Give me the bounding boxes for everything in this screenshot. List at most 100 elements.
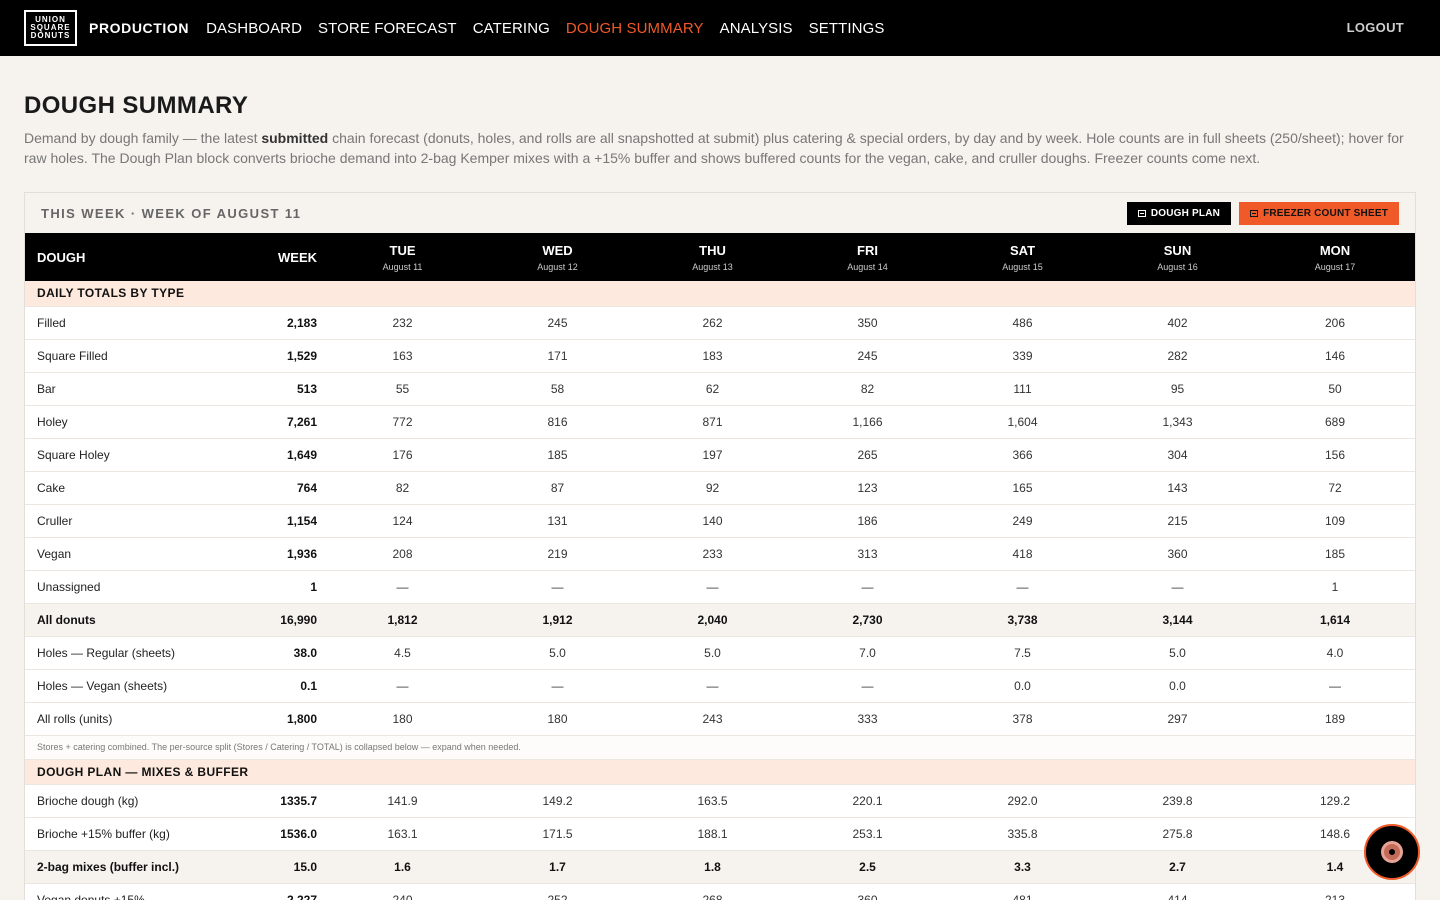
day-name: SUN bbox=[1163, 242, 1192, 258]
row-week-total: 15.0 bbox=[235, 850, 325, 884]
row-name: Filled bbox=[25, 306, 235, 340]
row-day-value: — bbox=[325, 669, 480, 703]
table-note: Stores + catering combined. The per-sour… bbox=[25, 735, 1415, 760]
day-date: August 17 bbox=[1314, 261, 1356, 272]
row-day-value: 171 bbox=[480, 339, 635, 373]
table-row: Square Holey 1,649 176 185 197 265 366 304 156 bbox=[25, 438, 1415, 472]
freezer-count-sheet-button[interactable]: FREEZER COUNT SHEET bbox=[1239, 201, 1399, 225]
page-title: DOUGH SUMMARY bbox=[24, 92, 249, 119]
nav-analysis[interactable]: ANALYSIS bbox=[720, 20, 793, 37]
desc-bold: submitted bbox=[261, 130, 329, 146]
row-day-value: 378 bbox=[945, 702, 1100, 736]
row-day-value: — bbox=[945, 570, 1100, 604]
nav-dashboard[interactable]: DASHBOARD bbox=[206, 20, 302, 37]
row-day-value: 213 bbox=[1255, 883, 1415, 900]
desc-before: Demand by dough family — the latest bbox=[24, 130, 262, 146]
row-day-value: 239.8 bbox=[1100, 784, 1255, 818]
row-day-value: 188.1 bbox=[635, 817, 790, 851]
row-day-value: 3,738 bbox=[945, 603, 1100, 637]
row-day-value: 124 bbox=[325, 504, 480, 538]
row-day-value: 176 bbox=[325, 438, 480, 472]
row-day-value: 5.0 bbox=[480, 636, 635, 670]
row-day-value: 1.8 bbox=[635, 850, 790, 884]
row-day-value: 292.0 bbox=[945, 784, 1100, 818]
col-header-day: TUE August 11 bbox=[325, 233, 480, 281]
row-day-value: 185 bbox=[480, 438, 635, 472]
dough-plan-button[interactable]: DOUGH PLAN bbox=[1126, 201, 1232, 225]
note-row: Stores + catering combined. The per-sour… bbox=[25, 735, 1415, 760]
donut-icon bbox=[1381, 841, 1403, 863]
row-day-value: 402 bbox=[1100, 306, 1255, 340]
row-day-value: 129.2 bbox=[1255, 784, 1415, 818]
nav-settings[interactable]: SETTINGS bbox=[809, 20, 885, 37]
table-row: Holes — Vegan (sheets) 0.1— — — —0.0 0.0— bbox=[25, 669, 1415, 703]
nav-store-forecast[interactable]: STORE FORECAST bbox=[318, 20, 457, 37]
row-day-value: 275.8 bbox=[1100, 817, 1255, 851]
row-day-value: 1,912 bbox=[480, 603, 635, 637]
row-name: 2-bag mixes (buffer incl.) bbox=[25, 850, 235, 884]
row-day-value: 189 bbox=[1255, 702, 1415, 736]
row-week-total: 7,261 bbox=[235, 405, 325, 439]
day-name: FRI bbox=[857, 242, 878, 258]
table-row: Vegan 1,936 208 219 233 313 418 360 185 bbox=[25, 537, 1415, 571]
row-day-value: 82 bbox=[325, 471, 480, 505]
nav-catering[interactable]: CATERING bbox=[473, 20, 550, 37]
section-label: DOUGH PLAN — MIXES & BUFFER bbox=[25, 759, 1415, 785]
row-name: Square Filled bbox=[25, 339, 235, 373]
row-day-value: 253.1 bbox=[790, 817, 945, 851]
brand-label: PRODUCTION bbox=[89, 20, 190, 36]
row-day-value: 1,812 bbox=[325, 603, 480, 637]
logout-link[interactable]: LOGOUT bbox=[1347, 20, 1404, 35]
row-day-value: 163 bbox=[325, 339, 480, 373]
row-day-value: 486 bbox=[945, 306, 1100, 340]
row-week-total: 1,936 bbox=[235, 537, 325, 571]
row-day-value: 0.0 bbox=[945, 669, 1100, 703]
row-day-value: 5.0 bbox=[635, 636, 790, 670]
row-name: Vegan bbox=[25, 537, 235, 571]
row-day-value: 262 bbox=[635, 306, 790, 340]
row-name: Vegan donuts +15% bbox=[25, 883, 235, 900]
row-day-value: 206 bbox=[1255, 306, 1415, 340]
row-day-value: 481 bbox=[945, 883, 1100, 900]
day-date: August 13 bbox=[692, 261, 733, 272]
row-week-total: 1 bbox=[235, 570, 325, 604]
row-day-value: 3,144 bbox=[1100, 603, 1255, 637]
top-nav: UNION SQUARE DONUTS PRODUCTION DASHBOARD… bbox=[0, 0, 1440, 56]
row-day-value: 109 bbox=[1255, 504, 1415, 538]
row-day-value: 282 bbox=[1100, 339, 1255, 373]
row-day-value: 123 bbox=[790, 471, 945, 505]
table-header-row: DOUGH WEEK TUE August 11 WED August 12 THU… bbox=[25, 233, 1415, 281]
row-day-value: 816 bbox=[480, 405, 635, 439]
table-row: Holes — Regular (sheets) 38.0 4.5 5.0 5.0 7.0… bbox=[25, 636, 1415, 670]
table-row: Brioche +15% buffer (kg) 1536.0 163.1 171.5… bbox=[25, 817, 1415, 851]
row-day-value: — bbox=[1100, 570, 1255, 604]
day-name: MON bbox=[1319, 242, 1351, 258]
row-day-value: 232 bbox=[325, 306, 480, 340]
union-square-donuts-logo[interactable]: UNION SQUARE DONUTS bbox=[24, 10, 77, 46]
row-week-total: 1,154 bbox=[235, 504, 325, 538]
row-name: Brioche +15% buffer (kg) bbox=[25, 817, 235, 851]
table-row: Cake 764 82 87 92 123 165 143 72 bbox=[25, 471, 1415, 505]
card-actions: DOUGH PLAN FREEZER COUNT SHEET bbox=[1126, 201, 1399, 225]
table-row: Holey 7,261 772 816 871 1,166 1,604 1,343 689 bbox=[25, 405, 1415, 439]
row-day-value: 50 bbox=[1255, 372, 1415, 406]
day-name: TUE bbox=[389, 242, 416, 258]
row-day-value: 143 bbox=[1100, 471, 1255, 505]
row-day-value: 208 bbox=[325, 537, 480, 571]
day-name: WED bbox=[542, 242, 573, 258]
row-day-value: 366 bbox=[945, 438, 1100, 472]
row-week-total: 1,529 bbox=[235, 339, 325, 373]
nav-dough-summary[interactable]: DOUGH SUMMARY bbox=[566, 20, 704, 37]
row-name: Cruller bbox=[25, 504, 235, 538]
row-name: Unassigned bbox=[25, 570, 235, 604]
chat-fab-button[interactable] bbox=[1364, 824, 1420, 880]
row-name: Square Holey bbox=[25, 438, 235, 472]
row-day-value: 146 bbox=[1255, 339, 1415, 373]
freezer-count-label: FREEZER COUNT SHEET bbox=[1263, 207, 1388, 219]
row-name: Bar bbox=[25, 372, 235, 406]
col-header-day: FRI August 14 bbox=[790, 233, 945, 281]
row-day-value: 183 bbox=[635, 339, 790, 373]
row-name: Holey bbox=[25, 405, 235, 439]
row-day-value: 265 bbox=[790, 438, 945, 472]
row-day-value: 689 bbox=[1255, 405, 1415, 439]
